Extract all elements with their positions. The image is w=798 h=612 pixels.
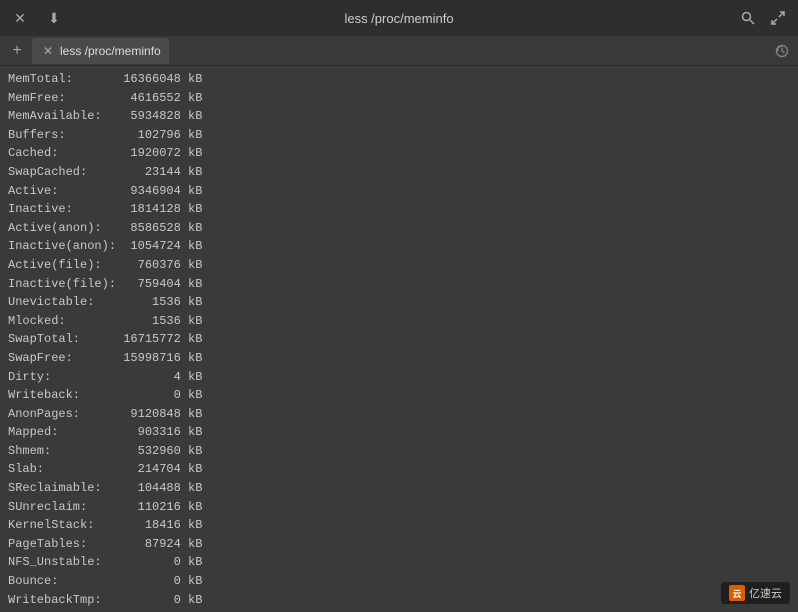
history-button[interactable] [772,41,792,61]
maximize-button[interactable] [768,8,788,28]
new-tab-button[interactable]: + [6,40,28,62]
watermark: 云 亿速云 [721,582,790,604]
window-title: less /proc/meminfo [344,11,453,26]
tab-close-button[interactable]: ✕ [40,43,56,59]
title-bar-right [738,8,788,28]
tab-bar-right [772,41,792,61]
watermark-logo: 云 [729,585,745,601]
content-area: MemTotal: 16366048 kB MemFree: 4616552 k… [0,66,798,612]
title-bar-left: ✕ ⬇ [10,8,64,28]
meminfo-display: MemTotal: 16366048 kB MemFree: 4616552 k… [8,70,790,612]
close-button[interactable]: ✕ [10,8,30,28]
search-button[interactable] [738,8,758,28]
tab-item[interactable]: ✕ less /proc/meminfo [32,38,169,64]
watermark-text: 亿速云 [749,585,782,601]
download-button[interactable]: ⬇ [44,8,64,28]
title-bar: ✕ ⬇ less /proc/meminfo [0,0,798,36]
tab-label: less /proc/meminfo [60,44,161,58]
tab-bar: + ✕ less /proc/meminfo [0,36,798,66]
